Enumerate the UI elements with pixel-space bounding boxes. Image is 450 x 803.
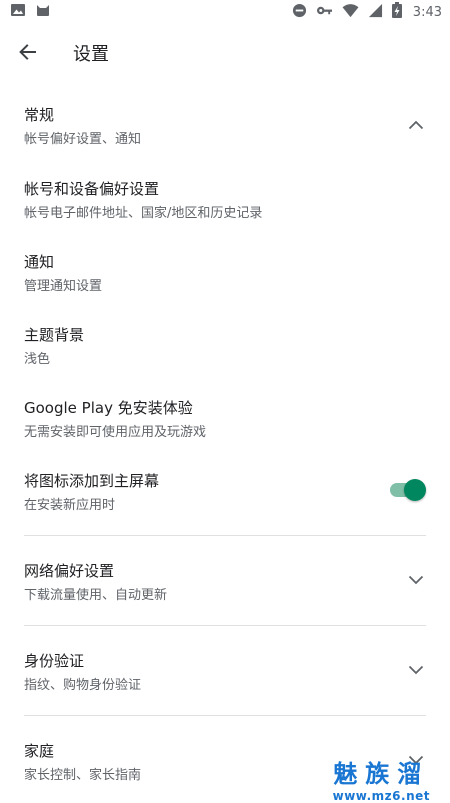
status-bar: 3:43 <box>0 0 450 24</box>
section-authentication[interactable]: 身份验证 指纹、购物身份验证 <box>0 642 450 706</box>
setting-title: 通知 <box>24 253 55 271</box>
key-icon <box>316 3 333 22</box>
setting-title: 将图标添加到主屏幕 <box>24 472 160 490</box>
android-cat-icon <box>35 2 51 22</box>
do-not-disturb-icon <box>292 3 307 22</box>
setting-subtitle: 帐号电子邮件地址、国家/地区和历史记录 <box>24 206 263 221</box>
section-title: 网络偏好设置 <box>24 562 115 580</box>
watermark-url: www.mz6.net <box>332 789 430 803</box>
watermark-text: 魅族溜 <box>333 760 430 788</box>
add-icon-toggle[interactable] <box>388 479 426 501</box>
section-general[interactable]: 常规 帐号偏好设置、通知 <box>0 98 450 162</box>
setting-subtitle: 管理通知设置 <box>24 279 103 294</box>
setting-theme[interactable]: 主题背景 浅色 <box>0 316 450 380</box>
section-network[interactable]: 网络偏好设置 下载流量使用、自动更新 <box>0 552 450 616</box>
app-bar: 设置 <box>0 24 450 80</box>
setting-account-preferences[interactable]: 帐号和设备偏好设置 帐号电子邮件地址、国家/地区和历史记录 <box>0 170 450 234</box>
arrow-back-icon <box>19 44 36 60</box>
status-left <box>10 2 51 22</box>
setting-subtitle: 浅色 <box>24 352 51 367</box>
section-subtitle: 指纹、购物身份验证 <box>24 678 142 693</box>
setting-title: Google Play 免安装体验 <box>24 399 193 417</box>
setting-notifications[interactable]: 通知 管理通知设置 <box>0 243 450 307</box>
battery-charging-icon <box>391 2 402 22</box>
divider <box>24 625 426 626</box>
section-title: 常规 <box>24 106 55 124</box>
section-subtitle: 下载流量使用、自动更新 <box>24 588 168 603</box>
page-title: 设置 <box>73 44 109 65</box>
toggle-knob <box>404 479 426 501</box>
signal-icon <box>368 3 383 22</box>
wifi-icon <box>342 3 359 22</box>
setting-add-icon-home[interactable]: 将图标添加到主屏幕 在安装新应用时 <box>0 462 450 526</box>
watermark: 魅族溜 www.mz6.net <box>333 754 430 803</box>
status-time: 3:43 <box>412 4 442 20</box>
status-right: 3:43 <box>292 2 442 22</box>
section-title: 身份验证 <box>24 652 85 670</box>
setting-instant-apps[interactable]: Google Play 免安装体验 无需安装即可使用应用及玩游戏 <box>0 389 450 453</box>
divider <box>24 715 426 716</box>
setting-subtitle: 在安装新应用时 <box>24 498 116 513</box>
chevron-down-icon[interactable] <box>406 660 426 680</box>
section-subtitle: 帐号偏好设置、通知 <box>24 132 142 147</box>
image-icon <box>10 2 26 22</box>
section-subtitle: 家长控制、家长指南 <box>24 768 142 783</box>
setting-title: 主题背景 <box>24 326 85 344</box>
chevron-down-icon[interactable] <box>406 570 426 590</box>
chevron-up-icon[interactable] <box>406 115 426 135</box>
divider <box>24 535 426 536</box>
back-button[interactable] <box>14 38 42 66</box>
section-title: 家庭 <box>24 742 55 760</box>
setting-subtitle: 无需安装即可使用应用及玩游戏 <box>24 425 207 440</box>
setting-title: 帐号和设备偏好设置 <box>24 180 160 198</box>
